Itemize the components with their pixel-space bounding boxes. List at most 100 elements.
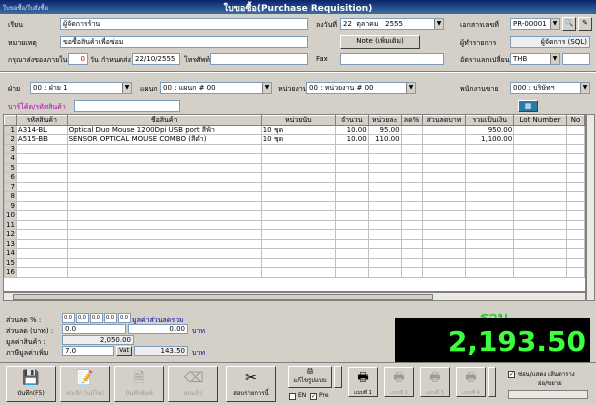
table-row[interactable]: 1 A314-BL Optical Duo Mouse 1200Dpi USB po… xyxy=(4,124,585,135)
disc-amt-field[interactable]: 0.0 xyxy=(62,324,126,334)
cell-no[interactable] xyxy=(566,210,585,221)
cell-unit[interactable] xyxy=(260,229,336,240)
cell-name[interactable] xyxy=(66,200,262,211)
table-row[interactable]: 4 xyxy=(4,153,585,164)
cell-price[interactable] xyxy=(367,257,402,268)
cell-qty[interactable] xyxy=(334,172,369,183)
cell-total[interactable] xyxy=(465,219,515,230)
cell-disc[interactable] xyxy=(400,162,423,173)
items-grid[interactable]: รหัสสินค้า ชื่อสินค้า หน่วยนับ จำนวน หน่วยละ… xyxy=(3,114,586,292)
cell-no[interactable] xyxy=(566,248,585,259)
cell-price[interactable] xyxy=(367,172,402,183)
cell-price[interactable] xyxy=(367,200,402,211)
cell-total[interactable] xyxy=(465,248,515,259)
forms-dropdown[interactable] xyxy=(488,367,496,397)
cell-code[interactable] xyxy=(15,143,68,154)
cell-qty[interactable] xyxy=(334,153,369,164)
cell-code[interactable] xyxy=(15,172,68,183)
section-select[interactable]: 00 : แผนก # 00 ▼ xyxy=(160,82,272,94)
cell-price[interactable]: 110.00 xyxy=(367,134,402,145)
edit-icon[interactable]: ✎ xyxy=(578,17,592,31)
cell-qty[interactable] xyxy=(334,162,369,173)
calculator-icon[interactable]: ▦ xyxy=(518,100,538,112)
cell-price[interactable] xyxy=(367,191,402,202)
cell-qty[interactable] xyxy=(334,200,369,211)
cell-unit[interactable] xyxy=(260,162,336,173)
subject-field[interactable]: ผู้จัดการร้าน xyxy=(60,18,308,30)
table-row[interactable]: 11 xyxy=(4,219,585,230)
cell-unit[interactable] xyxy=(260,257,336,268)
cell-qty[interactable] xyxy=(334,210,369,221)
cell-no[interactable] xyxy=(566,229,585,240)
cell-unit[interactable] xyxy=(260,219,336,230)
disc-pct-field[interactable]: 0.0 xyxy=(118,313,131,323)
show-grid-checkbox[interactable]: ✓ xyxy=(508,371,515,378)
currency-dropdown-icon[interactable]: ▼ xyxy=(550,54,559,64)
cell-unit[interactable] xyxy=(260,210,336,221)
column-header[interactable]: รวมเป็นเงิน xyxy=(465,115,515,126)
cell-unit[interactable] xyxy=(260,153,336,164)
cell-lot[interactable] xyxy=(513,257,568,268)
column-header[interactable]: จำนวน xyxy=(334,115,369,126)
table-row[interactable]: 14 xyxy=(4,248,585,259)
cell-lot[interactable] xyxy=(513,229,568,240)
unit-select[interactable]: 00 : หน่วยงาน # 00 ▼ xyxy=(306,82,416,94)
cell-total[interactable] xyxy=(465,229,515,240)
cell-no[interactable] xyxy=(566,143,585,154)
cell-disc[interactable] xyxy=(400,219,423,230)
cell-no[interactable] xyxy=(566,153,585,164)
cell-name[interactable]: Optical Duo Mouse 1200Dpi USB port สีฟ้า xyxy=(66,124,262,135)
cell-lot[interactable] xyxy=(513,248,568,259)
cell-discb[interactable] xyxy=(421,134,467,145)
dept-select[interactable]: 00 : ฝ่าย 1 ▼ xyxy=(30,82,132,94)
rate-field[interactable] xyxy=(562,53,590,65)
cell-price[interactable] xyxy=(367,210,402,221)
cell-name[interactable] xyxy=(66,229,262,240)
cell-disc[interactable] xyxy=(400,200,423,211)
cell-no[interactable] xyxy=(566,162,585,173)
cell-code[interactable]: A515-BB xyxy=(15,134,68,145)
cell-name[interactable] xyxy=(66,162,262,173)
cell-code[interactable] xyxy=(15,153,68,164)
column-header[interactable]: ชื่อสินค้า xyxy=(66,115,262,126)
phone-field[interactable] xyxy=(210,53,308,65)
cell-disc[interactable] xyxy=(400,191,423,202)
cell-discb[interactable] xyxy=(421,210,467,221)
delete-button[interactable]: ⌫ ลบแล้ว xyxy=(168,366,218,402)
column-header[interactable]: รหัสสินค้า xyxy=(15,115,68,126)
disc-pct-field[interactable]: 0.0 xyxy=(76,313,89,323)
cell-qty[interactable] xyxy=(334,143,369,154)
cell-unit[interactable] xyxy=(260,172,336,183)
unit-dropdown-icon[interactable]: ▼ xyxy=(406,83,415,93)
cell-disc[interactable] xyxy=(400,210,423,221)
disc-pct-field[interactable]: 0.0 xyxy=(90,313,103,323)
cell-disc[interactable] xyxy=(400,248,423,259)
cell-unit[interactable] xyxy=(260,191,336,202)
column-header[interactable]: Lot Number xyxy=(513,115,568,126)
cell-name[interactable] xyxy=(66,238,262,249)
column-header[interactable]: หน่วยละ xyxy=(367,115,402,126)
cell-disc[interactable] xyxy=(400,124,423,135)
cell-discb[interactable] xyxy=(421,162,467,173)
docno-field[interactable]: PR-00001 ▼ xyxy=(510,18,560,30)
fax-field[interactable] xyxy=(340,53,444,65)
cell-disc[interactable] xyxy=(400,267,423,278)
cell-lot[interactable] xyxy=(513,143,568,154)
cell-total[interactable] xyxy=(465,181,515,192)
cell-lot[interactable] xyxy=(513,162,568,173)
cell-disc[interactable] xyxy=(400,134,423,145)
cell-discb[interactable] xyxy=(421,172,467,183)
cell-price[interactable] xyxy=(367,162,402,173)
cell-code[interactable] xyxy=(15,238,68,249)
cell-total[interactable] xyxy=(465,257,515,268)
form-1-button[interactable]: 🖶 แบบที่ 1 xyxy=(348,367,378,397)
vat-rate-field[interactable]: 7.0 xyxy=(62,346,114,356)
cell-discb[interactable] xyxy=(421,238,467,249)
cell-price[interactable] xyxy=(367,229,402,240)
cell-qty[interactable] xyxy=(334,219,369,230)
cell-no[interactable] xyxy=(566,257,585,268)
cell-total[interactable] xyxy=(465,210,515,221)
cell-price[interactable] xyxy=(367,143,402,154)
column-header[interactable]: ส่วนลดบาท xyxy=(421,115,467,126)
cell-price[interactable] xyxy=(367,153,402,164)
